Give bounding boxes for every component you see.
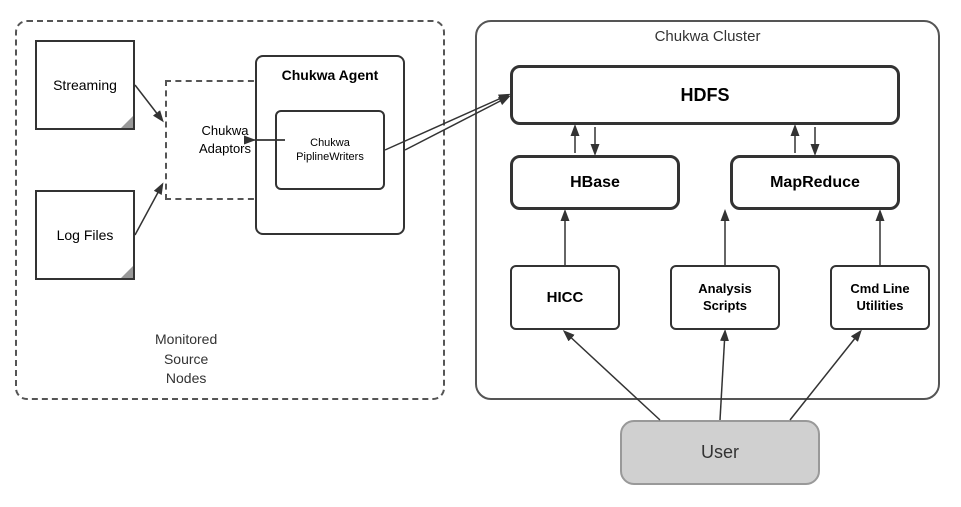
cmdline-box: Cmd Line Utilities [830, 265, 930, 330]
cmdline-label: Cmd Line Utilities [850, 281, 909, 315]
pipeline-box: Chukwa PiplineWriters [275, 110, 385, 190]
hbase-box: HBase [510, 155, 680, 210]
hicc-box: HICC [510, 265, 620, 330]
cluster-label: Chukwa Cluster [475, 28, 940, 45]
logfiles-box: Log Files [35, 190, 135, 280]
streaming-label: Streaming [53, 77, 117, 93]
analysis-label: Analysis Scripts [698, 281, 751, 315]
analysis-box: Analysis Scripts [670, 265, 780, 330]
mapreduce-box: MapReduce [730, 155, 900, 210]
streaming-box: Streaming [35, 40, 135, 130]
pipeline-label: Chukwa PiplineWriters [296, 136, 364, 165]
hdfs-label: HDFS [681, 85, 730, 106]
user-label: User [701, 442, 739, 463]
hicc-label: HICC [547, 289, 584, 306]
user-box: User [620, 420, 820, 485]
monitored-label: Monitored Source Nodes [155, 330, 217, 389]
agent-label: Chukwa Agent [257, 67, 403, 83]
mapreduce-label: MapReduce [770, 174, 860, 192]
adaptors-label: Chukwa Adaptors [199, 122, 251, 158]
hdfs-box: HDFS [510, 65, 900, 125]
logfiles-label: Log Files [57, 227, 114, 243]
diagram-container: Monitored Source Nodes Streaming Log Fil… [0, 0, 961, 507]
hbase-label: HBase [570, 174, 620, 192]
